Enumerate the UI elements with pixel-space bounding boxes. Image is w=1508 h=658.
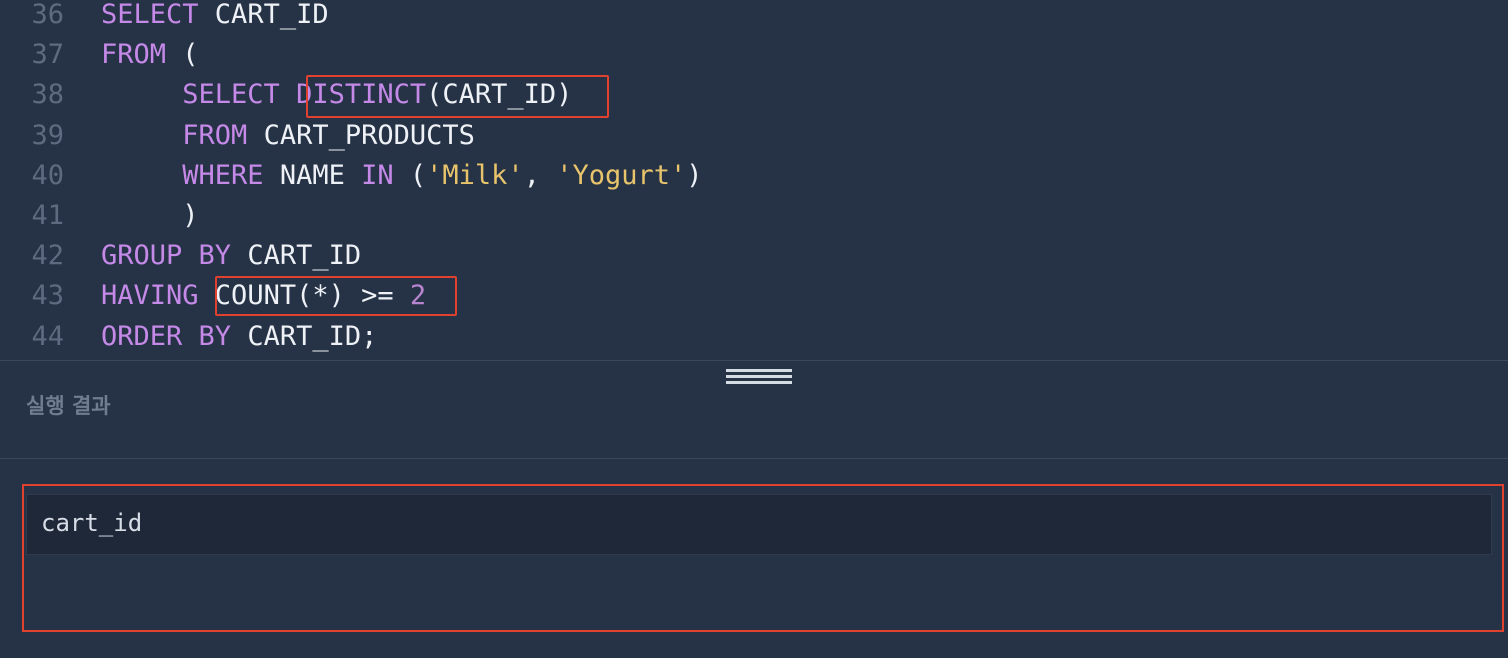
code-line[interactable]: 38 SELECT DISTINCT(CART_ID): [0, 75, 1508, 115]
line-code: ): [101, 196, 199, 236]
sql-text: CART_PRODUCTS: [247, 119, 475, 151]
distinct-highlight-box: [306, 75, 609, 118]
code-line[interactable]: 37 FROM (: [0, 35, 1508, 75]
line-number: 41: [31, 200, 64, 231]
sql-text: ): [686, 159, 703, 191]
sql-text: NAME: [263, 159, 362, 191]
result-section-title: 실행 결과: [26, 394, 111, 418]
resize-handle[interactable]: [726, 369, 792, 386]
sql-text: (: [393, 159, 427, 191]
line-number: 39: [31, 119, 64, 151]
line-code: WHERE NAME IN ('Milk', 'Yogurt'): [101, 156, 703, 196]
resize-handle-bar: [726, 381, 792, 384]
line-number: 43: [31, 280, 64, 312]
sql-string: 'Milk': [426, 159, 524, 191]
sql-editor-page: 44 ORDER BY CART_ID; 43 HAVING COUNT(*) >= …: [0, 0, 1508, 658]
sql-text: CART_ID: [231, 240, 362, 272]
count-highlight-box: [215, 276, 457, 316]
sql-string: 'Yogurt': [556, 159, 687, 191]
line-code: ORDER BY CART_ID;: [101, 317, 377, 357]
line-code: FROM CART_PRODUCTS: [101, 116, 475, 156]
line-number: 37: [31, 39, 64, 71]
line-number: 42: [31, 240, 64, 272]
line-code: GROUP BY CART_ID: [101, 236, 361, 276]
code-line[interactable]: 41 ): [0, 196, 1508, 236]
sql-text: ): [101, 200, 199, 231]
result-column-header: cart_id: [41, 509, 143, 537]
sql-keyword: HAVING: [101, 280, 199, 312]
sql-keyword: BY: [198, 240, 232, 272]
code-line[interactable]: 40 WHERE NAME IN ('Milk', 'Yogurt'): [0, 156, 1508, 196]
sql-keyword: ORDER: [101, 320, 183, 352]
sql-text: CART_ID;: [231, 320, 378, 352]
code-editor[interactable]: 44 ORDER BY CART_ID; 43 HAVING COUNT(*) >= …: [0, 0, 1508, 361]
sql-keyword: GROUP: [101, 240, 183, 272]
line-number: 40: [31, 159, 64, 191]
line-number: 44: [31, 320, 64, 352]
result-table-header: cart_id: [26, 494, 1492, 555]
sql-keyword: WHERE: [182, 159, 264, 191]
sql-keyword: SELECT: [101, 0, 199, 30]
code-line[interactable]: 36 SELECT CART_ID: [0, 0, 1508, 35]
sql-text: ,: [523, 159, 557, 191]
resize-handle-bar: [726, 369, 792, 372]
line-number: 38: [31, 79, 64, 111]
sql-keyword: BY: [198, 320, 232, 352]
result-divider: [0, 458, 1508, 459]
sql-keyword: SELECT: [182, 79, 280, 111]
sql-keyword: FROM: [101, 39, 167, 71]
resize-handle-bar: [726, 375, 792, 378]
line-code: SELECT CART_ID: [101, 0, 329, 35]
code-line[interactable]: 42 GROUP BY CART_ID: [0, 236, 1508, 276]
line-code: FROM (: [101, 35, 199, 75]
sql-keyword: FROM: [182, 119, 248, 151]
line-number: 36: [31, 0, 64, 30]
sql-text: CART_ID: [198, 0, 329, 30]
code-line[interactable]: 39 FROM CART_PRODUCTS: [0, 116, 1508, 156]
code-line[interactable]: 44 ORDER BY CART_ID;: [0, 317, 1508, 357]
sql-keyword: IN: [361, 159, 394, 191]
sql-text: (: [166, 39, 199, 71]
